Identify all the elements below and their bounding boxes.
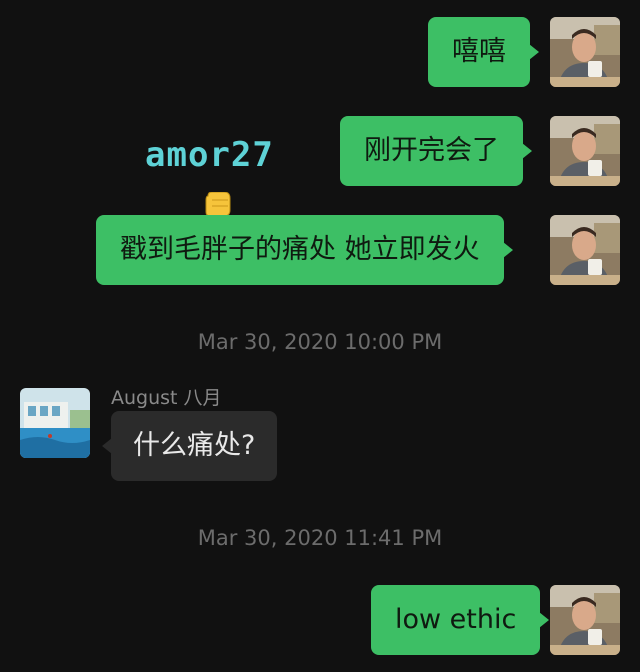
outgoing-message-bubble[interactable]: 刚开完会了 — [340, 116, 532, 186]
outgoing-message-bubble[interactable]: 嘻嘻 — [428, 17, 539, 87]
outgoing-message-bubble[interactable]: 戳到毛胖子的痛处 她立即发火 — [96, 215, 513, 285]
outgoing-message-bubble[interactable]: low ethic — [371, 585, 550, 655]
my-avatar[interactable] — [550, 585, 620, 655]
timestamp: Mar 30, 2020 11:41 PM — [197, 526, 443, 550]
my-avatar[interactable] — [550, 17, 620, 87]
watermark-text: amor27 — [145, 135, 274, 175]
my-avatar[interactable] — [550, 116, 620, 186]
contact-avatar[interactable] — [20, 388, 90, 458]
timestamp: Mar 30, 2020 10:00 PM — [197, 330, 443, 354]
my-avatar[interactable] — [550, 215, 620, 285]
sender-name: August 八月 — [111, 387, 222, 409]
incoming-message-bubble[interactable]: 什么痛处? — [101, 411, 278, 481]
